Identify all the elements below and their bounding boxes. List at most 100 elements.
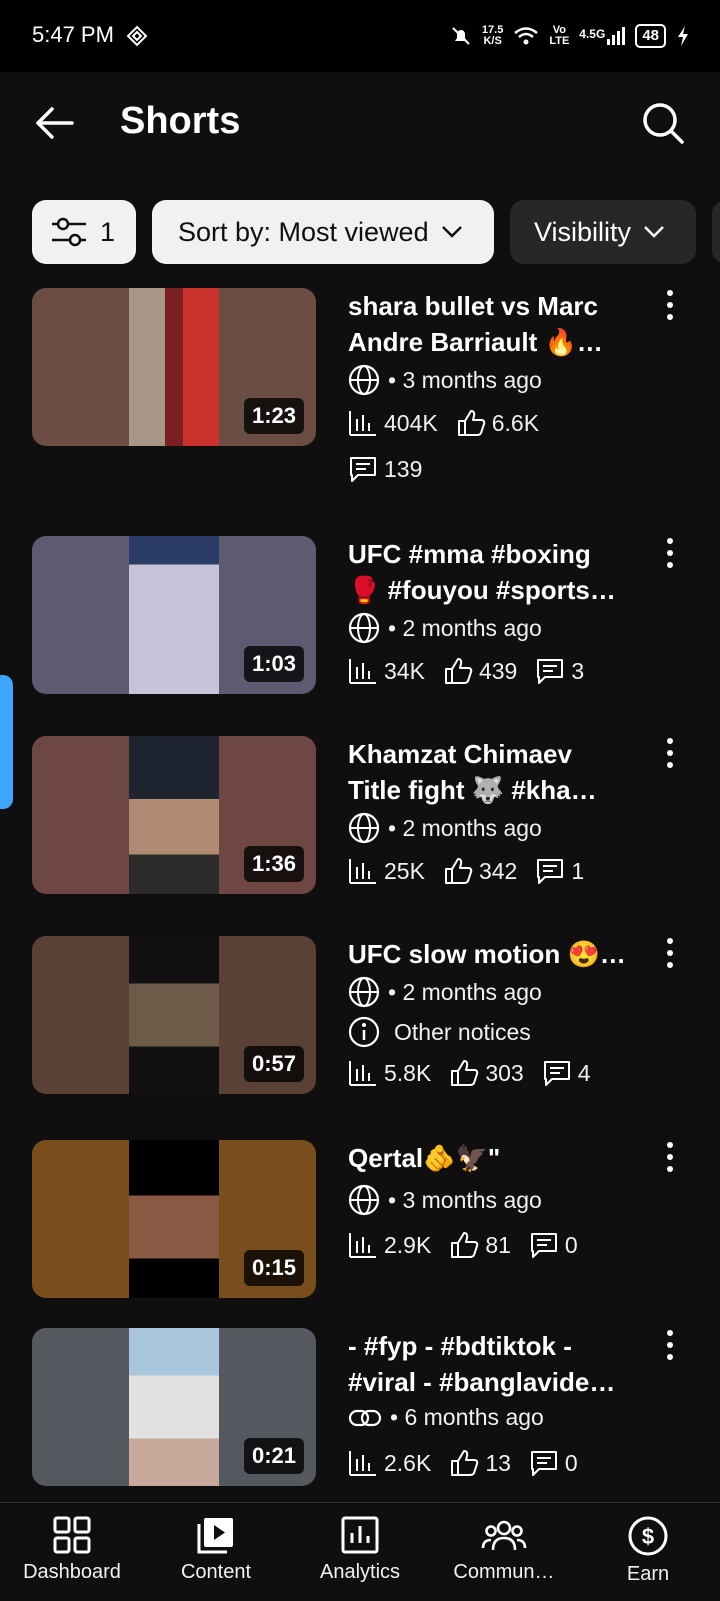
filter-count: 1 (100, 216, 116, 247)
video-title[interactable]: shara bullet vs Marc Andre Barriault 🔥… (348, 288, 638, 360)
comments-count: 0 (564, 1231, 578, 1258)
visibility-chip[interactable]: Visibility (510, 200, 696, 264)
video-thumbnail[interactable]: 0:21 (32, 1328, 316, 1486)
thumbnail-frame (129, 1140, 219, 1298)
views-chart-icon (349, 411, 376, 436)
video-title[interactable]: Khamzat Chimaev Title fight 🐺 #kha… (348, 736, 638, 808)
views-chart-icon (349, 1061, 376, 1086)
video-row[interactable]: 0:57 UFC slow motion 😍… • 2 months ago O… (0, 936, 720, 1096)
more-chip[interactable] (712, 200, 720, 264)
globe-icon (348, 812, 380, 844)
status-bar: 5:47 PM 17.5 K/S Vo LTE 4.5G 48 (0, 0, 720, 72)
video-meta: • 2 months ago (348, 612, 542, 644)
video-stats: 34K 439 3 (348, 656, 602, 686)
comments-count: 139 (384, 455, 423, 482)
globe-icon (348, 976, 380, 1008)
thumbs-up-icon (444, 858, 473, 884)
more-options-icon[interactable] (660, 936, 680, 970)
nav-community[interactable]: Commun… (432, 1503, 576, 1601)
signal-icon: 4.5G (579, 27, 626, 45)
filter-chip[interactable]: 1 (32, 200, 136, 264)
thumbs-up-icon (457, 410, 485, 436)
video-thumbnail[interactable]: 0:15 (32, 1140, 316, 1298)
video-row[interactable]: 1:03 UFC #mma #boxing 🥊 #fouyou #sports…… (0, 536, 720, 696)
views-count: 25K (384, 857, 425, 884)
video-title-line: - #fyp - #bdtiktok - (348, 1331, 572, 1361)
net-speed: 17.5 K/S (482, 25, 503, 47)
thumbs-up-icon (451, 1060, 479, 1086)
video-row[interactable]: 0:15 Qertal🫵🦅" • 3 months ago 2.9K 81 0 (0, 1140, 720, 1300)
video-title[interactable]: UFC slow motion 😍… (348, 936, 638, 972)
duration-badge: 1:03 (243, 646, 304, 682)
sort-chip[interactable]: Sort by: Most viewed (152, 200, 494, 264)
video-notice[interactable]: Other notices (348, 1016, 531, 1048)
video-meta: • 3 months ago (348, 1184, 542, 1216)
globe-icon (348, 364, 380, 396)
video-title-line: UFC #mma #boxing (348, 539, 591, 569)
video-title-line: Khamzat Chimaev (348, 739, 572, 769)
video-row[interactable]: 0:21 - #fyp - #bdtiktok - #viral - #bang… (0, 1328, 720, 1488)
more-options-icon[interactable] (660, 736, 680, 770)
comments-count: 0 (564, 1449, 578, 1476)
video-thumbnail[interactable]: 1:23 (32, 288, 316, 446)
duration-badge: 0:57 (243, 1046, 304, 1082)
nav-analytics[interactable]: Analytics (288, 1503, 432, 1601)
content-icon (197, 1518, 233, 1554)
more-options-icon[interactable] (660, 1140, 680, 1174)
sort-label: Sort by: Most viewed (178, 216, 429, 247)
nav-dashboard[interactable]: Dashboard (0, 1503, 144, 1601)
thumbnail-frame (129, 288, 219, 446)
comment-icon (350, 457, 376, 482)
bottom-navigation: Dashboard Content Analytics Commun… $ Ea… (0, 1502, 720, 1601)
video-thumbnail[interactable]: 0:57 (32, 936, 316, 1094)
search-icon[interactable] (640, 100, 686, 146)
comment-icon (537, 659, 564, 684)
link-icon (348, 1409, 382, 1426)
net-speed-unit: K/S (483, 35, 502, 47)
video-title[interactable]: Qertal🫵🦅" (348, 1140, 638, 1176)
comments-count: 4 (577, 1059, 591, 1086)
video-title-line: #viral - #banglavide… (348, 1367, 616, 1397)
nav-earn[interactable]: $ Earn (576, 1503, 720, 1601)
video-thumbnail[interactable]: 1:03 (32, 536, 316, 694)
video-stats: 404K 6.6K (348, 408, 557, 438)
community-icon (481, 1520, 527, 1551)
video-meta: • 2 months ago (348, 812, 542, 844)
likes-count: 303 (485, 1059, 524, 1086)
video-title-line: 🥊 #fouyou #sports… (348, 575, 616, 605)
comment-icon (530, 1233, 557, 1258)
video-thumbnail[interactable]: 1:36 (32, 736, 316, 894)
battery-indicator: 48 (635, 24, 666, 48)
info-icon (348, 1016, 380, 1048)
views-chart-icon (349, 1451, 376, 1476)
nav-label: Earn (626, 1563, 670, 1585)
duration-badge: 1:36 (243, 846, 304, 882)
comments-count: 3 (571, 657, 585, 684)
views-chart-icon (349, 859, 376, 884)
nav-label: Dashboard (23, 1561, 121, 1583)
video-stats: 2.6K 13 0 (348, 1448, 596, 1478)
dollar-icon: $ (628, 1516, 668, 1556)
nav-label: Analytics (319, 1561, 401, 1583)
volte-indicator: Vo LTE (549, 25, 569, 47)
more-options-icon[interactable] (660, 1328, 680, 1362)
video-age: • 3 months ago (388, 366, 542, 393)
views-chart-icon (349, 1233, 376, 1258)
nav-content[interactable]: Content (144, 1503, 288, 1601)
duration-badge: 0:15 (243, 1250, 304, 1286)
likes-count: 81 (485, 1231, 511, 1258)
more-options-icon[interactable] (660, 536, 680, 570)
video-title[interactable]: - #fyp - #bdtiktok - #viral - #banglavid… (348, 1328, 638, 1400)
back-arrow-icon[interactable] (34, 102, 76, 144)
video-age: • 2 months ago (388, 978, 542, 1005)
video-row[interactable]: 1:36 Khamzat Chimaev Title fight 🐺 #kha…… (0, 736, 720, 896)
video-row[interactable]: 1:23 shara bullet vs Marc Andre Barriaul… (0, 288, 720, 498)
status-icons: 17.5 K/S Vo LTE 4.5G 48 (450, 18, 690, 54)
video-title[interactable]: UFC #mma #boxing 🥊 #fouyou #sports… (348, 536, 638, 608)
comment-icon (530, 1451, 557, 1476)
more-options-icon[interactable] (660, 288, 680, 322)
comment-icon (543, 1061, 570, 1086)
thumbs-up-icon (451, 1450, 479, 1476)
analytics-icon (341, 1516, 379, 1554)
video-age: • 6 months ago (390, 1404, 544, 1430)
